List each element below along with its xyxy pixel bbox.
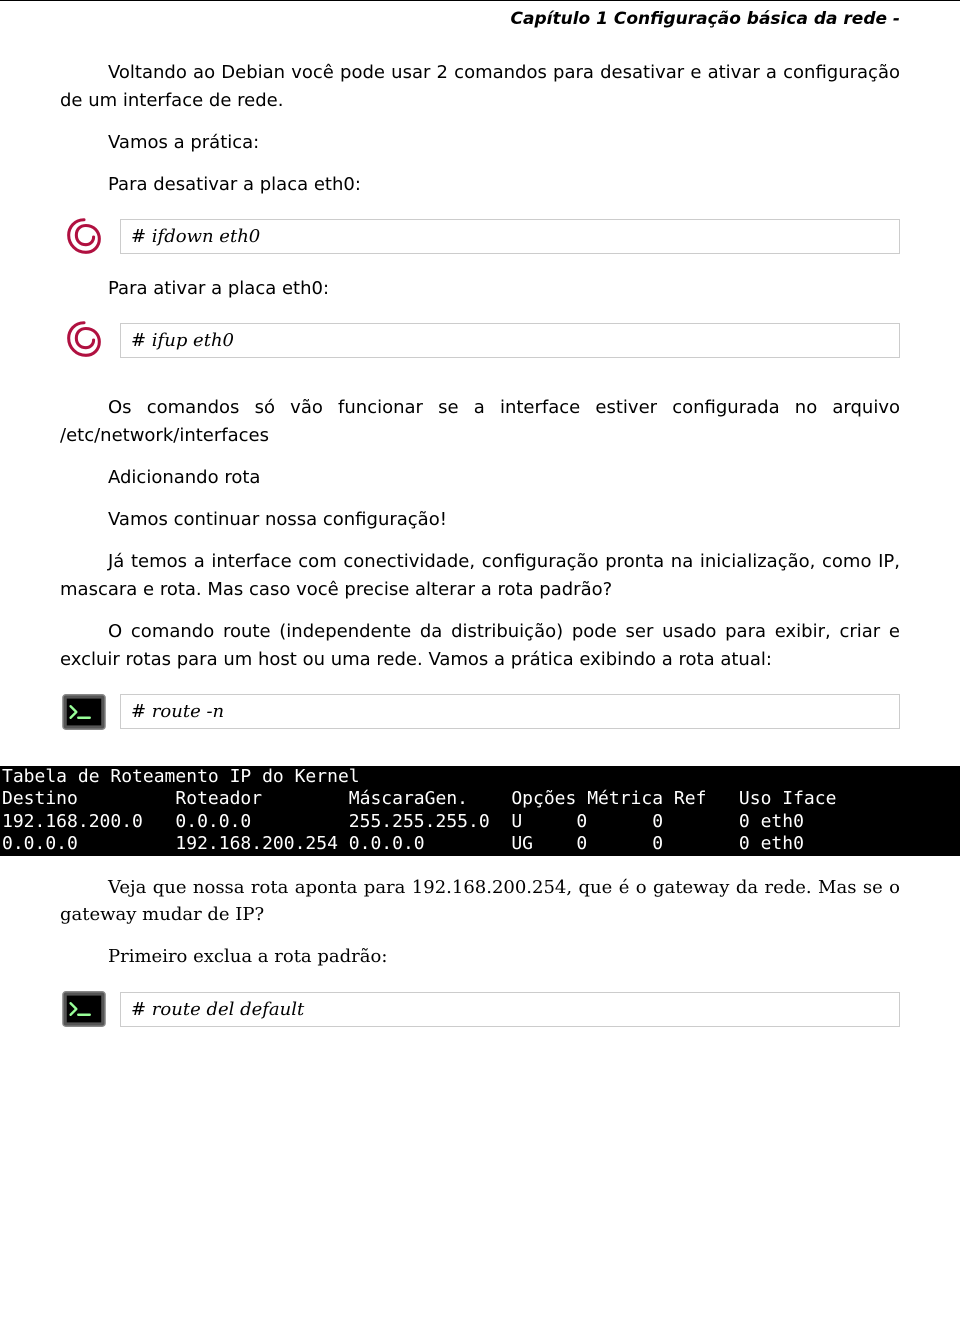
paragraph: Veja que nossa rota aponta para 192.168.…	[60, 874, 900, 930]
paragraph: Voltando ao Debian você pode usar 2 coma…	[60, 59, 900, 115]
terminal-icon	[60, 985, 108, 1033]
paragraph: Para desativar a placa eth0:	[60, 171, 900, 199]
paragraph: O comando route (independente da distrib…	[60, 618, 900, 674]
paragraph: Vamos a prática:	[60, 129, 900, 157]
command-row: # ifdown eth0	[60, 213, 900, 261]
command-box: # ifup eth0	[120, 323, 900, 358]
command-box: # ifdown eth0	[120, 219, 900, 254]
terminal-icon	[60, 688, 108, 736]
chapter-title: Capítulo 1 Configuração básica da rede -	[60, 9, 960, 29]
paragraph: Adicionando rota	[60, 464, 900, 492]
debian-swirl-icon	[60, 316, 108, 364]
header-rule	[0, 0, 960, 1]
command-row: # route del default	[60, 985, 900, 1033]
paragraph: Já temos a interface com conectividade, …	[60, 548, 900, 604]
command-row: # route -n	[60, 688, 900, 736]
command-box: # route del default	[120, 992, 900, 1027]
paragraph: Para ativar a placa eth0:	[60, 275, 900, 303]
paragraph: Os comandos só vão funcionar se a interf…	[60, 394, 900, 450]
command-box: # route -n	[120, 694, 900, 729]
paragraph: Primeiro exclua a rota padrão:	[60, 943, 900, 971]
command-row: # ifup eth0	[60, 316, 900, 364]
paragraph: Vamos continuar nossa configuração!	[60, 506, 900, 534]
terminal-output: Tabela de Roteamento IP do Kernel Destin…	[0, 766, 960, 856]
debian-swirl-icon	[60, 213, 108, 261]
